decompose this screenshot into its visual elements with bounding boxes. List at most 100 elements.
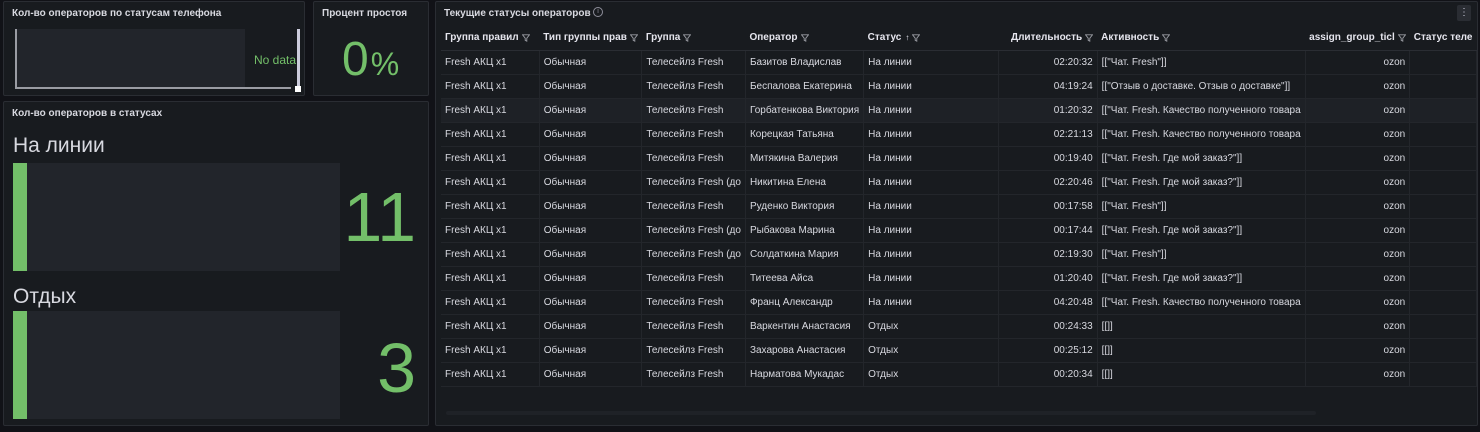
bar-fill: [13, 311, 27, 419]
idle-percent-panel: Процент простоя 0%: [313, 1, 429, 96]
table-row[interactable]: Fresh АКЦ x1 Обычная Телесейлз Fresh Беспал…: [441, 74, 1477, 99]
table-row[interactable]: Fresh АКЦ x1 Обычная Телесейлз Fresh Корецк…: [441, 122, 1477, 147]
column-header[interactable]: assign_group_ticl: [1305, 26, 1410, 51]
filter-icon[interactable]: [1085, 33, 1094, 42]
table-row[interactable]: Fresh АКЦ x1 Обычная Телесейлз Fresh Базито…: [441, 50, 1477, 75]
table-cell: [1409, 50, 1477, 75]
table-cell: ozon: [1305, 314, 1411, 339]
table-cell: ozon: [1305, 98, 1411, 123]
table-cell: ozon: [1305, 194, 1411, 219]
value-unit: %: [370, 46, 400, 82]
scrollbar[interactable]: [297, 29, 300, 87]
table-cell: 01:20:32: [998, 98, 1098, 123]
table-cell: Телесейлз Fresh (до: [641, 242, 746, 267]
column-header-label: Статус: [867, 32, 902, 44]
table-row[interactable]: Fresh АКЦ x1 Обычная Телесейлз Fresh Титеев…: [441, 266, 1477, 291]
table-cell: 00:20:34: [998, 362, 1098, 387]
table-cell: Fresh АКЦ x1: [441, 242, 540, 267]
filter-icon[interactable]: [629, 33, 638, 42]
info-icon[interactable]: i: [593, 7, 603, 17]
table-cell: [["Чат. Fresh. Где мой заказ?"]]: [1097, 266, 1306, 291]
table-cell: Обычная: [539, 194, 643, 219]
table-cell: На линии: [863, 146, 1000, 171]
table-cell: [[]]: [1097, 362, 1306, 387]
x-axis: [15, 87, 291, 89]
table-row[interactable]: Fresh АКЦ x1 Обычная Телесейлз Fresh Франц …: [441, 290, 1477, 315]
panel-menu-icon[interactable]: ⋮: [1457, 5, 1471, 21]
table-cell: [1409, 338, 1477, 363]
table-cell: [["Чат. Fresh. Качество полученного това…: [1097, 122, 1306, 147]
filter-icon[interactable]: [521, 33, 530, 42]
table-cell: Беспалова Екатерина: [745, 74, 865, 99]
table-cell: [[]]: [1097, 314, 1306, 339]
panel-title[interactable]: Процент простоя: [322, 8, 407, 19]
column-header[interactable]: Группа: [641, 26, 746, 51]
column-header[interactable]: Статус ↑: [863, 26, 999, 51]
table-cell: [1409, 146, 1477, 171]
table-row[interactable]: Fresh АКЦ x1 Обычная Телесейлз Fresh Руденк…: [441, 194, 1477, 219]
table-cell: Телесейлз Fresh: [641, 146, 746, 171]
table-body: Fresh АКЦ x1 Обычная Телесейлз Fresh Базито…: [441, 50, 1477, 387]
table-cell: Обычная: [539, 146, 643, 171]
table-cell: На линии: [863, 170, 1000, 195]
table-row[interactable]: Fresh АКЦ x1 Обычная Телесейлз Fresh Захаро…: [441, 338, 1477, 363]
table-row[interactable]: Fresh АКЦ x1 Обычная Телесейлз Fresh Горбат…: [441, 98, 1477, 123]
table-cell: ozon: [1305, 266, 1411, 291]
horizontal-scrollbar[interactable]: [446, 411, 1316, 415]
table-cell: На линии: [863, 218, 1000, 243]
table-row[interactable]: Fresh АКЦ x1 Обычная Телесейлз Fresh (до Ры…: [441, 218, 1477, 243]
table-cell: Телесейлз Fresh: [641, 122, 746, 147]
table-cell: [1409, 170, 1477, 195]
filter-icon[interactable]: [1397, 33, 1406, 42]
table-cell: [1409, 194, 1477, 219]
table-row[interactable]: Fresh АКЦ x1 Обычная Телесейлз Fresh Варкен…: [441, 314, 1477, 339]
panel-title[interactable]: Текущие статусы операторов: [444, 8, 591, 19]
filter-icon[interactable]: [683, 33, 692, 42]
filter-icon[interactable]: [912, 33, 921, 42]
column-header-label: assign_group_ticl: [1309, 32, 1395, 44]
filter-icon[interactable]: [800, 33, 809, 42]
table-cell: ozon: [1305, 338, 1411, 363]
table-cell: [["Чат. Fresh"]]: [1097, 194, 1306, 219]
table-cell: Базитов Владислав: [745, 50, 865, 75]
table-cell: ozon: [1305, 50, 1411, 75]
table-cell: На линии: [863, 290, 1000, 315]
column-header-label: Тип группы прав: [543, 32, 627, 44]
table-cell: Обычная: [539, 338, 643, 363]
table-cell: Обычная: [539, 122, 643, 147]
table-cell: Нарматова Мукадас: [745, 362, 865, 387]
table-row[interactable]: Fresh АКЦ x1 Обычная Телесейлз Fresh (до Со…: [441, 242, 1477, 267]
table-cell: [1409, 362, 1477, 387]
panel-title[interactable]: Кол-во операторов по статусам телефона: [12, 8, 221, 19]
column-header[interactable]: Тип группы прав: [539, 26, 642, 51]
column-header[interactable]: Оператор: [745, 26, 864, 51]
table-cell: На линии: [863, 74, 1000, 99]
filter-icon[interactable]: [1162, 33, 1171, 42]
table-cell: Обычная: [539, 218, 643, 243]
column-header[interactable]: Группа правил: [441, 26, 540, 51]
table-cell: [["Чат. Fresh"]]: [1097, 242, 1306, 267]
table-row[interactable]: Fresh АКЦ x1 Обычная Телесейлз Fresh Нармат…: [441, 362, 1477, 387]
table-cell: Обычная: [539, 362, 643, 387]
table-cell: [1409, 122, 1477, 147]
table-row[interactable]: Fresh АКЦ x1 Обычная Телесейлз Fresh Митяки…: [441, 146, 1477, 171]
table-cell: Телесейлз Fresh: [641, 314, 746, 339]
column-header[interactable]: Длительность: [998, 26, 1098, 51]
table-cell: Fresh АКЦ x1: [441, 170, 540, 195]
scroll-knob[interactable]: [295, 86, 301, 92]
panel-title[interactable]: Кол-во операторов в статусах: [12, 108, 162, 119]
table-cell: 04:19:24: [998, 74, 1098, 99]
column-header[interactable]: Активность: [1097, 26, 1306, 51]
table-cell: Телесейлз Fresh (до: [641, 170, 746, 195]
table-cell: Варкентин Анастасия: [745, 314, 865, 339]
status-bar-online: [13, 163, 340, 271]
table-cell: [["Чат. Fresh. Качество полученного това…: [1097, 98, 1306, 123]
table-row[interactable]: Fresh АКЦ x1 Обычная Телесейлз Fresh (до Ни…: [441, 170, 1477, 195]
table-cell: Fresh АКЦ x1: [441, 122, 540, 147]
table-cell: Обычная: [539, 314, 643, 339]
column-header[interactable]: Статус теле: [1409, 26, 1477, 51]
sort-asc-icon[interactable]: ↑: [905, 33, 909, 42]
table-cell: 04:20:48: [998, 290, 1098, 315]
table-cell: Телесейлз Fresh (до: [641, 218, 746, 243]
table-cell: ozon: [1305, 362, 1411, 387]
